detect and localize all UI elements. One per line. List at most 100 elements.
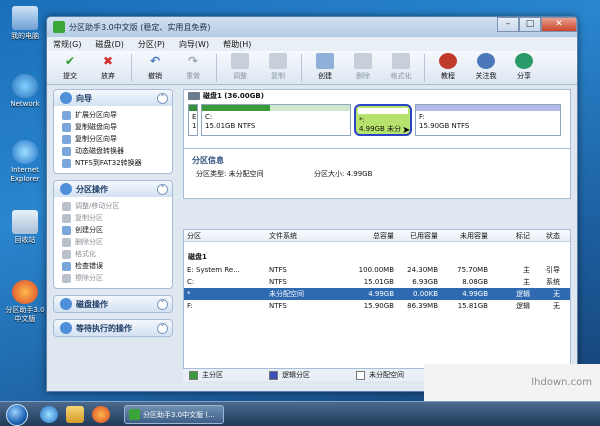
op-icon — [62, 273, 71, 283]
wizard-icon — [60, 92, 72, 104]
resize-icon — [231, 53, 249, 69]
explorer-taskbar-icon[interactable] — [66, 406, 84, 423]
partition-ops-header[interactable]: 分区操作 ˄ — [54, 181, 172, 197]
partition-ops-section: 分区操作 ˄ 调整/移动分区 复制分区 创建分区 删除分区 格式化 检查错误 擦… — [53, 180, 173, 289]
wizard-item-icon — [62, 122, 71, 132]
menu-bar: 常规(G) 磁盘(D) 分区(P) 向导(W) 帮助(H) — [47, 37, 577, 51]
maximize-button[interactable]: □ — [519, 17, 541, 32]
desktop-icon-label: Internet Explorer — [10, 166, 40, 183]
partition-block-c[interactable]: C: 15.01GB NTFS — [201, 104, 351, 136]
menu-partition[interactable]: 分区(P) — [138, 39, 165, 50]
op-copy-partition[interactable]: 复制分区 — [62, 212, 166, 224]
op-icon — [62, 261, 71, 271]
op-resize-move[interactable]: 调整/移动分区 — [62, 200, 166, 212]
desktop-icon-ie[interactable]: Internet Explorer — [2, 140, 48, 184]
copy-button[interactable]: 复制 — [259, 51, 297, 81]
collapse-icon[interactable]: ˄ — [157, 92, 168, 104]
app-window: 分区助手3.0中文版 (稳定、实用且免费) – □ ✕ 常规(G) 磁盘(D) … — [46, 16, 578, 392]
table-row-selected[interactable]: * 未分配空间 4.99GB 0.00KB 4.99GB 逻辑无 — [184, 288, 570, 300]
table-row[interactable]: F: NTFS 15.90GB 86.39MB 15.81GB 逻辑无 — [184, 300, 570, 312]
desktop-icon-label: 分区助手3.0中文版 — [5, 306, 45, 323]
format-button[interactable]: 格式化 — [382, 51, 420, 81]
start-button[interactable] — [6, 404, 28, 426]
partition-info-heading: 分区信息 — [192, 156, 224, 165]
menu-wizard[interactable]: 向导(W) — [179, 39, 209, 50]
desktop-icon-computer[interactable]: 我的电脑 — [2, 6, 48, 41]
ntfs-fat32-converter[interactable]: NTFS到FAT32转换器 — [62, 157, 166, 169]
cross-icon: ✖ — [102, 54, 114, 68]
op-create-partition[interactable]: 创建分区 — [62, 224, 166, 236]
wizard-section-header[interactable]: 向导 ˄ — [54, 90, 172, 106]
op-icon — [62, 249, 71, 259]
table-header: 分区 文件系统 总容量 已用容量 未用容量 标记 状态 — [184, 230, 570, 242]
partition-block-e[interactable]: E1 — [188, 104, 198, 136]
main-area: 磁盘1 (36.00GB) E1 C: 15.01GB NTFS *: 4.99GB… — [183, 89, 571, 389]
disk-group-row[interactable]: 磁盘1 — [184, 250, 570, 264]
discard-button[interactable]: ✖ 放弃 — [89, 51, 127, 81]
disk-ops-header[interactable]: 磁盘操作 ˅ — [54, 296, 172, 312]
disk-ops-section: 磁盘操作 ˅ — [53, 295, 173, 313]
desktop-icon-recycle-bin[interactable]: 回收站 — [2, 210, 48, 245]
disk-ops-icon — [60, 298, 72, 310]
menu-general[interactable]: 常规(G) — [53, 39, 81, 50]
wizard-item-icon — [62, 158, 71, 168]
create-button[interactable]: 创建 — [306, 51, 344, 81]
copy-partition-wizard[interactable]: 复制分区向导 — [62, 133, 166, 145]
expand-icon[interactable]: ˅ — [157, 298, 168, 310]
share-icon — [515, 53, 533, 69]
taskbar: 分区助手3.0中文版 (... — [0, 401, 600, 426]
taskbar-app-button[interactable]: 分区助手3.0中文版 (... — [124, 405, 224, 424]
collapse-icon[interactable]: ˄ — [157, 183, 168, 195]
desktop-icon-network[interactable]: Network — [2, 74, 48, 109]
dynamic-disk-converter[interactable]: 动态磁盘转换器 — [62, 145, 166, 157]
format-icon — [392, 53, 410, 69]
pending-ops-icon — [60, 322, 72, 334]
wizard-item-icon — [62, 134, 71, 144]
resize-button[interactable]: 调整 — [221, 51, 259, 81]
partition-ops-icon — [60, 183, 72, 195]
extend-partition-wizard[interactable]: 扩展分区向导 — [62, 109, 166, 121]
tutorial-icon — [439, 53, 457, 69]
pending-ops-header[interactable]: 等待执行的操作 ˅ — [54, 320, 172, 336]
table-row[interactable]: C: NTFS 15.01GB 6.93GB 8.08GB 主系统 — [184, 276, 570, 288]
app-icon — [53, 21, 65, 33]
media-player-taskbar-icon[interactable] — [92, 406, 110, 423]
table-row[interactable]: E: System Re... NTFS 100.00MB 24.30MB 75.70M… — [184, 264, 570, 276]
menu-help[interactable]: 帮助(H) — [223, 39, 251, 50]
desktop-icon-label: 回收站 — [14, 236, 36, 244]
op-icon — [62, 213, 71, 223]
menu-disk[interactable]: 磁盘(D) — [95, 39, 123, 50]
legend-logical: 逻辑分区 — [263, 370, 310, 380]
disk-header[interactable]: 磁盘1 (36.00GB) — [184, 90, 570, 102]
partition-block-f[interactable]: F: 15.90GB NTFS — [415, 104, 561, 136]
op-wipe-partition[interactable]: 擦除分区 — [62, 272, 166, 284]
submit-button[interactable]: ✔ 提交 — [51, 51, 89, 81]
disk-map: 磁盘1 (36.00GB) E1 C: 15.01GB NTFS *: 4.99GB… — [183, 89, 571, 149]
expand-icon[interactable]: ˅ — [157, 322, 168, 334]
internet-explorer-icon — [12, 140, 38, 164]
desktop-icon-partition-assistant[interactable]: 分区助手3.0中文版 — [2, 280, 48, 324]
left-panel: 向导 ˄ 扩展分区向导 复制磁盘向导 复制分区向导 动态磁盘转换器 NTFS到F… — [53, 89, 173, 389]
close-button[interactable]: ✕ — [541, 17, 577, 32]
toolbar: ✔ 提交 ✖ 放弃 ↶ 撤销 ↷ 重做 调整 复制 创建 删除 格式化 教程 关注我 分… — [47, 51, 577, 85]
follow-button[interactable]: 关注我 — [467, 51, 505, 81]
copy-disk-wizard[interactable]: 复制磁盘向导 — [62, 121, 166, 133]
delete-button[interactable]: 删除 — [344, 51, 382, 81]
op-check-errors[interactable]: 检查错误 — [62, 260, 166, 272]
op-format[interactable]: 格式化 — [62, 248, 166, 260]
undo-button[interactable]: ↶ 撤销 — [136, 51, 174, 81]
title-bar[interactable]: 分区助手3.0中文版 (稳定、实用且免费) – □ ✕ — [47, 17, 577, 37]
op-icon — [62, 225, 71, 235]
minimize-button[interactable]: – — [497, 17, 519, 32]
op-delete-partition[interactable]: 删除分区 — [62, 236, 166, 248]
undo-icon: ↶ — [149, 54, 161, 68]
wizard-item-icon — [62, 110, 71, 120]
mouse-cursor-icon: ➤ — [402, 125, 411, 136]
ie-taskbar-icon[interactable] — [40, 406, 58, 423]
window-controls: – □ ✕ — [497, 17, 577, 33]
redo-button[interactable]: ↷ 重做 — [174, 51, 212, 81]
share-button[interactable]: 分享 — [505, 51, 543, 81]
disk-icon — [188, 92, 200, 100]
window-title: 分区助手3.0中文版 (稳定、实用且免费) — [69, 22, 211, 32]
tutorial-button[interactable]: 教程 — [429, 51, 467, 81]
